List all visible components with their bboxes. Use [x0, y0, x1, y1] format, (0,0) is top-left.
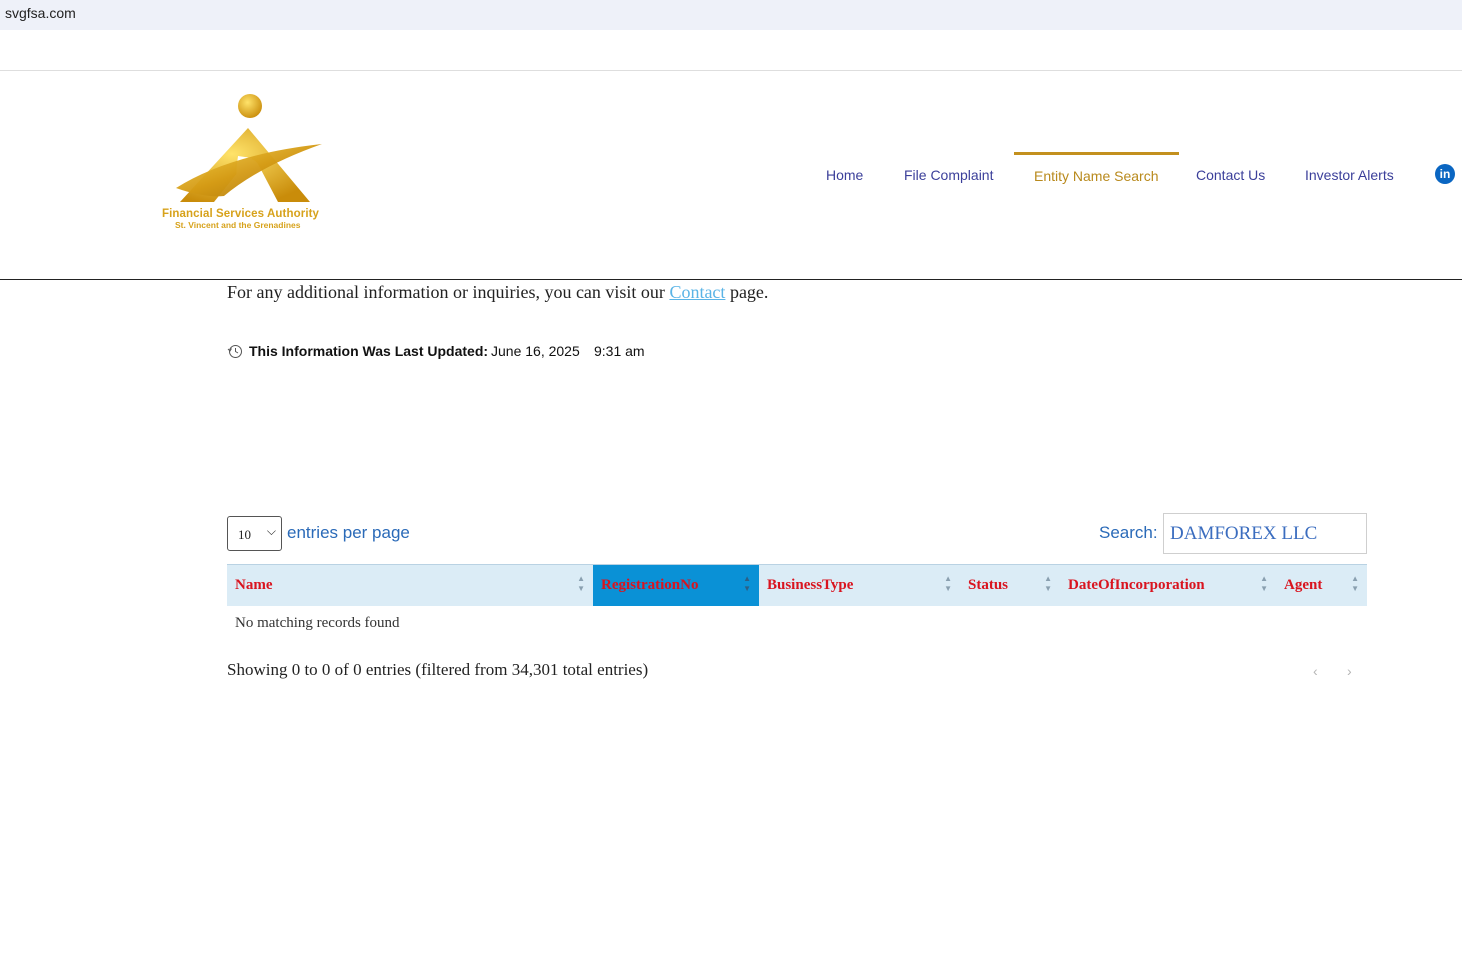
entries-select-value: 10	[238, 527, 251, 542]
pagination-next-button[interactable]: ›	[1347, 663, 1352, 679]
last-updated-label: This Information Was Last Updated:	[249, 343, 489, 359]
linkedin-icon[interactable]: in	[1435, 164, 1455, 184]
entries-per-page-select[interactable]: 10 ⌵	[227, 516, 282, 551]
table-header-row: Name ▲ ▼ RegistrationNo ▲ ▼ BusinessType ▲…	[227, 564, 1367, 606]
column-label: Name	[235, 577, 273, 593]
pagination-previous-button[interactable]: ‹	[1313, 663, 1318, 679]
main-nav: Home File Complaint Entity Name Search C…	[0, 152, 1462, 192]
contact-link[interactable]: Contact	[669, 282, 725, 302]
chevron-down-icon: ⌵	[266, 524, 276, 538]
entries-per-page-label: entries per page	[287, 523, 410, 542]
column-header-status[interactable]: Status ▲ ▼	[960, 565, 1060, 606]
logo-emblem-icon	[176, 94, 322, 202]
divider-header	[0, 279, 1462, 280]
sort-icon: ▲ ▼	[1044, 574, 1052, 593]
logo-title: Financial Services Authority	[162, 208, 320, 220]
search-input[interactable]: DAMFOREX LLC	[1163, 513, 1367, 554]
nav-investor-alerts[interactable]: Investor Alerts	[1305, 152, 1394, 192]
column-header-name[interactable]: Name ▲ ▼	[227, 565, 593, 606]
column-header-agent[interactable]: Agent ▲ ▼	[1276, 565, 1367, 606]
column-label: DateOfIncorporation	[1068, 577, 1205, 593]
sort-icon: ▲ ▼	[743, 574, 751, 593]
last-updated-date: June 16, 2025	[491, 343, 580, 359]
sort-icon: ▲ ▼	[1260, 574, 1268, 593]
browser-address-bar[interactable]: svgfsa.com	[0, 0, 1462, 30]
history-icon	[227, 345, 242, 358]
info-suffix: page.	[725, 282, 769, 302]
nav-contact-us[interactable]: Contact Us	[1196, 152, 1265, 192]
nav-file-complaint[interactable]: File Complaint	[904, 152, 993, 192]
column-label: Status	[968, 577, 1009, 593]
browser-domain: svgfsa.com	[5, 5, 76, 21]
divider-top	[0, 70, 1462, 71]
contact-info-text: For any additional information or inquir…	[227, 282, 768, 303]
logo-subtitle: St. Vincent and the Grenadines	[175, 220, 301, 230]
sort-icon: ▲ ▼	[1351, 574, 1359, 593]
column-label: BusinessType	[767, 577, 854, 593]
column-label: RegistrationNo	[601, 577, 699, 593]
column-header-registrationno[interactable]: RegistrationNo ▲ ▼	[593, 565, 759, 606]
table-info: Showing 0 to 0 of 0 entries (filtered fr…	[227, 660, 649, 679]
empty-table-message: No matching records found	[235, 615, 400, 631]
last-updated-time: 9:31 am	[594, 343, 645, 359]
nav-home[interactable]: Home	[826, 152, 863, 192]
sort-icon: ▲ ▼	[577, 574, 585, 593]
search-label: Search:	[1099, 523, 1158, 542]
nav-entity-name-search[interactable]: Entity Name Search	[1014, 152, 1179, 195]
column-header-businesstype[interactable]: BusinessType ▲ ▼	[759, 565, 960, 606]
sort-icon: ▲ ▼	[944, 574, 952, 593]
column-label: Agent	[1284, 577, 1323, 593]
info-prefix: For any additional information or inquir…	[227, 282, 670, 302]
column-header-dateofincorporation[interactable]: DateOfIncorporation ▲ ▼	[1060, 565, 1276, 606]
